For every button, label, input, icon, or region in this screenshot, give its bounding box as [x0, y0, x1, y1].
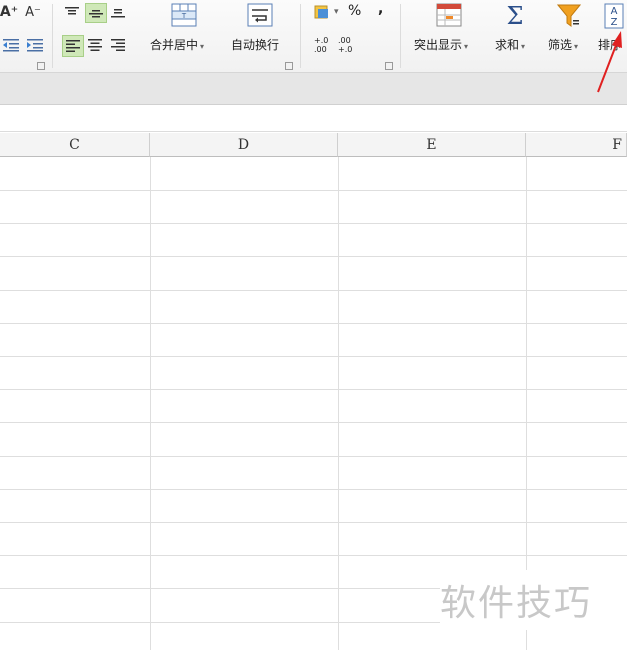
font-group-launcher-icon[interactable] — [37, 62, 45, 70]
filter-button[interactable] — [556, 2, 582, 30]
ribbon-toolbar: A⁺ A⁻ T 合并居中 ▾ 自动换行 ▾ % , +.0 .00 .00 +.… — [0, 0, 627, 73]
align-left-icon — [66, 40, 80, 52]
decrease-indent-button[interactable] — [2, 36, 20, 54]
row-gridline — [0, 290, 627, 291]
sum-label: 求和 — [495, 38, 520, 52]
row-gridline — [0, 389, 627, 390]
font-grow-button[interactable]: A⁺ — [0, 3, 18, 21]
sort-az-icon: AZ — [604, 3, 624, 29]
svg-text:Z: Z — [611, 17, 618, 28]
column-header-e[interactable]: E — [338, 133, 526, 157]
row-gridline — [0, 223, 627, 224]
filter-label: 筛选 — [548, 38, 573, 52]
column-header-label: E — [426, 136, 437, 153]
decrease-indent-icon — [3, 39, 19, 52]
sort-button[interactable]: AZ — [603, 2, 625, 30]
row-gridline — [0, 356, 627, 357]
row-gridline — [0, 256, 627, 257]
merge-center-label-wrap[interactable]: 合并居中 ▾ — [150, 38, 204, 54]
align-middle-icon — [89, 10, 103, 18]
wrap-text-icon — [247, 3, 273, 27]
svg-text:T: T — [181, 12, 187, 20]
row-gridline — [0, 522, 627, 523]
highlight-label: 突出显示 — [414, 38, 463, 52]
number-group-launcher-icon[interactable] — [385, 62, 393, 70]
font-grow-label: A⁺ — [0, 4, 19, 20]
number-format-dropdown-icon[interactable]: ▾ — [334, 5, 339, 19]
chevron-down-icon: ▾ — [521, 42, 526, 51]
sum-icon[interactable]: Σ — [502, 2, 528, 30]
align-left-button[interactable] — [62, 35, 84, 57]
percent-button[interactable]: % — [348, 4, 361, 18]
row-gridline — [0, 190, 627, 191]
number-format-button[interactable] — [312, 3, 332, 21]
merge-center-label: 合并居中 — [150, 38, 199, 52]
group-divider — [300, 4, 301, 68]
align-center-button[interactable] — [85, 35, 105, 55]
alignment-group-launcher-icon[interactable] — [285, 62, 293, 70]
wrap-text-label[interactable]: 自动换行 — [231, 38, 279, 52]
svg-text:A: A — [611, 6, 618, 17]
align-bottom-icon — [111, 9, 125, 18]
wrap-text-button[interactable] — [246, 2, 274, 30]
decrease-decimal-button[interactable]: .00 +.0 — [338, 36, 352, 54]
highlight-button[interactable] — [435, 2, 463, 30]
font-shrink-button[interactable]: A⁻ — [24, 3, 42, 21]
merge-center-button[interactable]: T — [170, 2, 198, 30]
increase-indent-icon — [27, 39, 43, 52]
row-gridline — [0, 456, 627, 457]
column-gridline — [150, 157, 151, 650]
group-divider — [400, 4, 401, 68]
merge-cells-icon: T — [171, 3, 197, 27]
sheet-top-strip — [0, 105, 627, 132]
column-header-label: F — [612, 136, 622, 153]
align-right-button[interactable] — [108, 35, 128, 55]
increase-indent-button[interactable] — [26, 36, 44, 54]
font-shrink-label: A⁻ — [25, 4, 41, 20]
filter-funnel-icon — [557, 4, 581, 27]
row-gridline — [0, 323, 627, 324]
chevron-down-icon: ▾ — [574, 42, 579, 51]
filter-label-wrap[interactable]: 筛选 ▾ — [548, 38, 578, 54]
chevron-down-icon: ▾ — [464, 42, 469, 51]
increase-decimal-button[interactable]: +.0 .00 — [314, 36, 328, 54]
row-gridline — [0, 422, 627, 423]
highlight-label-wrap[interactable]: 突出显示 ▾ — [414, 38, 468, 54]
row-gridline — [0, 555, 627, 556]
watermark-text: 软件技巧 — [440, 570, 627, 630]
align-middle-button[interactable] — [85, 3, 107, 23]
align-top-button[interactable] — [62, 3, 82, 21]
column-header-label: D — [237, 136, 250, 153]
group-divider — [52, 4, 53, 68]
currency-format-icon — [314, 5, 328, 19]
column-header-d[interactable]: D — [150, 133, 338, 157]
sum-label-wrap[interactable]: 求和 ▾ — [495, 38, 525, 54]
column-header-label: C — [69, 136, 80, 153]
align-center-icon — [88, 39, 102, 51]
chevron-down-icon: ▾ — [200, 42, 205, 51]
formula-bar-area — [0, 73, 627, 105]
align-bottom-button[interactable] — [108, 3, 128, 21]
comma-style-button[interactable]: , — [378, 2, 383, 16]
column-gridline — [338, 157, 339, 650]
align-top-icon — [65, 7, 79, 15]
column-header-c[interactable]: C — [0, 133, 150, 157]
conditional-format-icon — [436, 3, 462, 27]
sort-label[interactable]: 排序 — [598, 38, 622, 52]
row-gridline — [0, 489, 627, 490]
align-right-icon — [111, 39, 125, 51]
column-header-f[interactable]: F — [526, 133, 627, 157]
